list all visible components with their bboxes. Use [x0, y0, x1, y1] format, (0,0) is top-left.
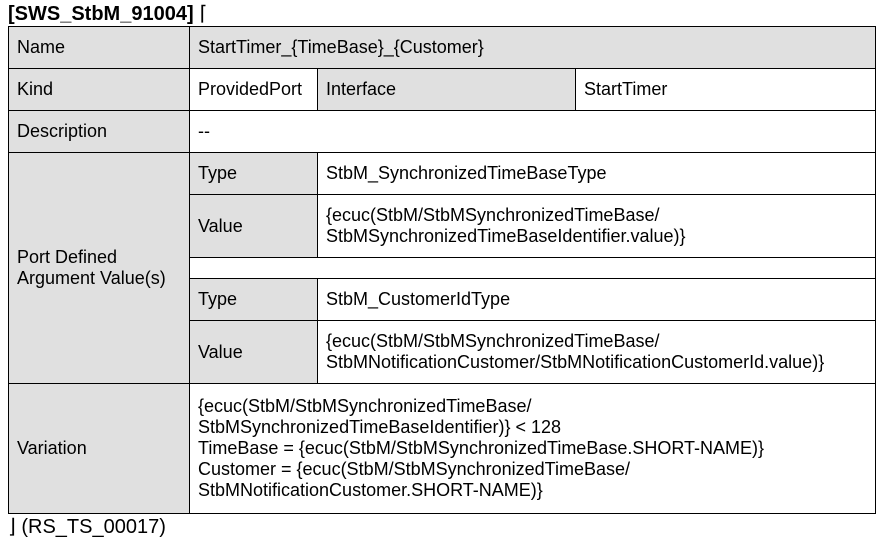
name-row: Name StartTimer_{TimeBase}_{Customer}: [8, 26, 877, 69]
variation-line: StbMNotificationCustomer.SHORT-NAME)}: [198, 480, 543, 500]
arg1-value-line2: StbMSynchronizedTimeBaseIdentifier.value…: [326, 226, 686, 246]
variation-line: {ecuc(StbM/StbMSynchronizedTimeBase/: [198, 396, 532, 416]
arg2-value-line1: {ecuc(StbM/StbMSynchronizedTimeBase/: [326, 331, 660, 351]
requirement-id: [SWS_StbM_91004]: [8, 3, 194, 25]
arg2-value-line2: StbMNotificationCustomer/StbMNotificatio…: [326, 352, 825, 372]
arg1-type-row: Port Defined Argument Value(s) Type StbM…: [8, 152, 877, 384]
name-label: Name: [8, 26, 190, 69]
arg1-value: {ecuc(StbM/StbMSynchronizedTimeBase/ Stb…: [316, 194, 877, 258]
port-args-label: Port Defined Argument Value(s): [8, 152, 190, 384]
trace-footer: ⌋ (RS_TS_00017): [8, 516, 166, 538]
arg2-value-label: Value: [189, 320, 318, 384]
arg-separator: [188, 257, 877, 279]
kind-label: Kind: [8, 68, 190, 111]
name-value: StartTimer_{TimeBase}_{Customer}: [188, 26, 877, 69]
arg1-value-label: Value: [189, 194, 318, 258]
arg1-type-label: Type: [189, 152, 318, 195]
variation-line: TimeBase = {ecuc(StbM/StbMSynchronizedTi…: [198, 438, 765, 458]
variation-value: {ecuc(StbM/StbMSynchronizedTimeBase/ Stb…: [188, 383, 877, 514]
kind-interface: StartTimer: [574, 68, 877, 111]
variation-line: Customer = {ecuc(StbM/StbMSynchronizedTi…: [198, 459, 631, 479]
requirement-id-header: [SWS_StbM_91004] ⌈: [8, 2, 207, 26]
port-args-label-line1: Port Defined: [17, 247, 118, 267]
variation-row: Variation {ecuc(StbM/StbMSynchronizedTim…: [8, 383, 877, 514]
kind-port: ProvidedPort: [189, 68, 318, 111]
arg1-type-value: StbM_SynchronizedTimeBaseType: [316, 152, 877, 195]
arg1-value-line1: {ecuc(StbM/StbMSynchronizedTimeBase/: [326, 205, 660, 225]
port-spec-table: Name StartTimer_{TimeBase}_{Customer} Ki…: [8, 26, 877, 514]
kind-row: Kind ProvidedPort Interface StartTimer: [8, 68, 877, 111]
description-row: Description --: [8, 110, 877, 153]
variation-label: Variation: [8, 383, 190, 514]
arg2-value: {ecuc(StbM/StbMSynchronizedTimeBase/ Stb…: [316, 320, 877, 384]
kind-type-label: Interface: [317, 68, 576, 111]
description-value: --: [188, 110, 877, 153]
variation-line: StbMSynchronizedTimeBaseIdentifier)} < 1…: [198, 417, 562, 437]
port-args-label-line2: Argument Value(s): [17, 268, 166, 288]
arg2-type-label: Type: [189, 278, 318, 321]
open-trace-mark: ⌈: [199, 3, 208, 25]
description-label: Description: [8, 110, 190, 153]
arg2-type-value: StbM_CustomerIdType: [316, 278, 877, 321]
